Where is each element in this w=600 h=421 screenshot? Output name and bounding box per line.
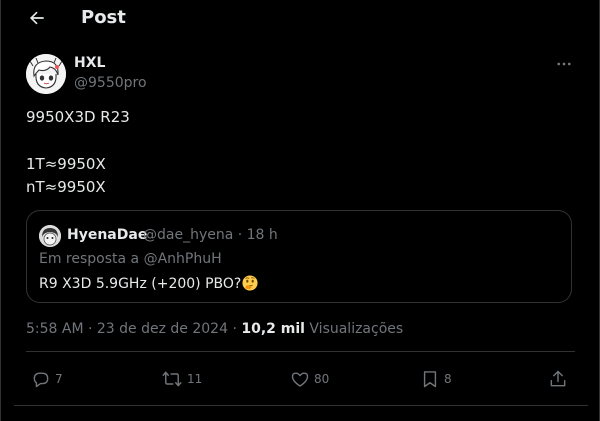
more-button[interactable] bbox=[552, 54, 576, 74]
repost-count: 11 bbox=[187, 372, 203, 386]
divider bbox=[14, 405, 588, 406]
post-meta: 5:58 AM · 23 de dez de 2024 · 10,2 mil V… bbox=[26, 321, 403, 337]
reply-button[interactable]: 7 bbox=[31, 368, 63, 390]
author-name[interactable]: HXL bbox=[74, 55, 105, 71]
page-title: Post bbox=[81, 7, 126, 28]
views-label: Visualizações bbox=[304, 321, 404, 337]
quoted-reply-to: Em resposta a @AnhPhuH bbox=[39, 251, 222, 267]
repost-icon bbox=[162, 371, 182, 387]
bookmark-icon bbox=[423, 371, 437, 388]
post-text-line: 9950X3D R23 bbox=[26, 108, 130, 126]
bookmark-button[interactable]: 8 bbox=[420, 368, 452, 390]
post-page: Post HXL @9550pro 9950X3D R23 1T≈9950X n… bbox=[0, 0, 599, 421]
views-count: 10,2 mil bbox=[241, 321, 305, 337]
quoted-post-text: R9 X3D 5.9GHz (+200) PBO? bbox=[39, 275, 258, 292]
post-time-date[interactable]: 5:58 AM · 23 de dez de 2024 · bbox=[26, 321, 241, 337]
quoted-text: R9 X3D 5.9GHz (+200) PBO? bbox=[39, 276, 242, 292]
quoted-post-card[interactable]: HyenaDae @dae_hyena · 18 h Em resposta a… bbox=[26, 210, 572, 303]
back-button[interactable] bbox=[23, 4, 51, 32]
reply-count: 7 bbox=[55, 372, 63, 386]
quoted-author-name[interactable]: HyenaDae bbox=[67, 227, 147, 243]
post-header: Post bbox=[1, 0, 600, 36]
post-text-line: nT≈9950X bbox=[26, 178, 106, 196]
quoted-avatar bbox=[39, 225, 61, 247]
like-count: 80 bbox=[314, 372, 330, 386]
like-button[interactable]: 80 bbox=[290, 368, 329, 390]
author-handle[interactable]: @9550pro bbox=[74, 75, 147, 91]
avatar-image bbox=[26, 54, 66, 94]
post-text-line: 1T≈9950X bbox=[26, 155, 106, 173]
thinking-face-emoji bbox=[242, 275, 258, 291]
reply-icon bbox=[33, 372, 49, 388]
heart-icon bbox=[291, 372, 309, 387]
divider bbox=[26, 351, 575, 352]
share-button[interactable] bbox=[548, 368, 568, 390]
bookmark-count: 8 bbox=[444, 372, 452, 386]
avatar[interactable] bbox=[26, 54, 66, 94]
repost-button[interactable]: 11 bbox=[161, 368, 202, 390]
arrow-left-icon bbox=[29, 11, 44, 25]
share-icon bbox=[550, 370, 566, 387]
quoted-avatar-image bbox=[39, 225, 61, 247]
more-horizontal-icon bbox=[557, 62, 571, 66]
quoted-handle-time: @dae_hyena · 18 h bbox=[143, 227, 278, 243]
